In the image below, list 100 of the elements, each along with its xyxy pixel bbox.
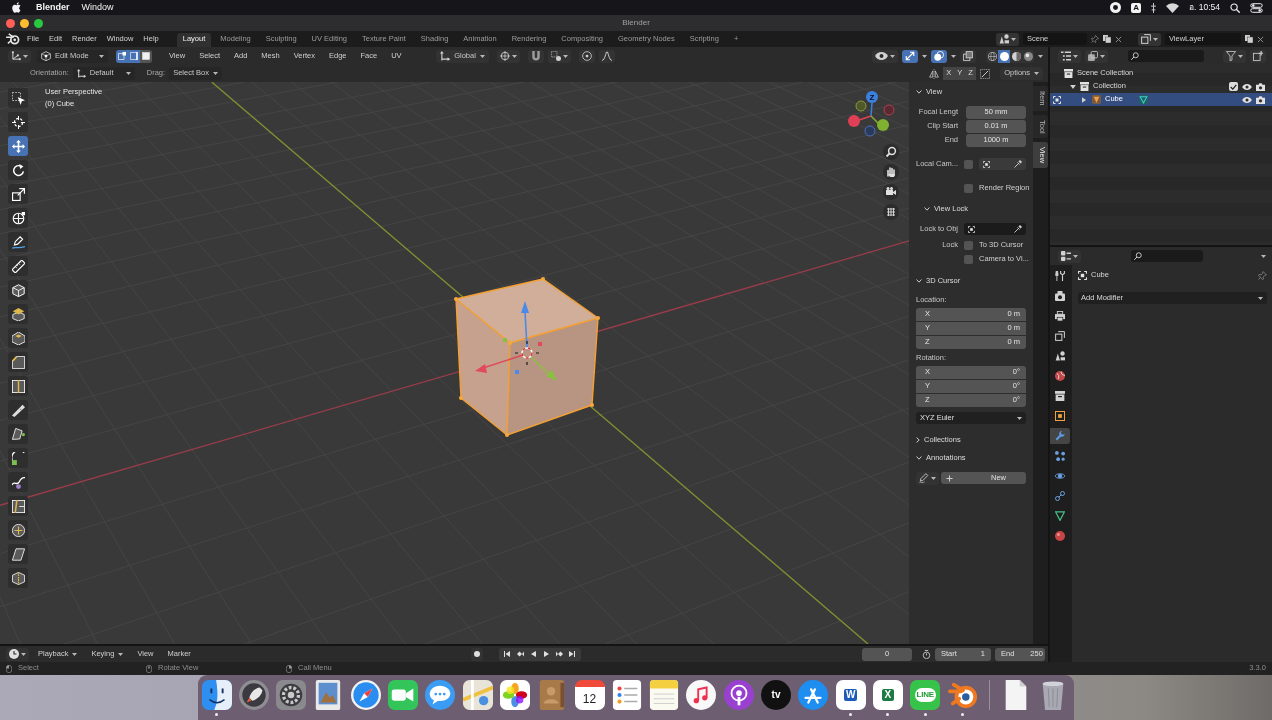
input-source-indicator[interactable]: A [1131,2,1141,13]
spreadsheet-app-icon[interactable]: X [872,680,903,710]
object-visibility-button[interactable] [872,49,898,63]
checkbox[interactable] [964,159,973,169]
pivot-point-button[interactable] [496,49,520,63]
app-logo-icon[interactable] [6,33,20,45]
minimize-icon[interactable] [20,18,29,28]
corner-brackets-icon[interactable] [1053,95,1061,104]
checkbox[interactable] [1229,82,1238,91]
menu-item[interactable]: Window [81,2,114,13]
music-note-icon[interactable] [686,680,717,710]
podcast-icon[interactable] [723,680,754,710]
tool-button[interactable] [8,280,28,300]
tool-button[interactable] [8,376,28,396]
close-icon[interactable] [1115,35,1122,43]
eye-icon[interactable] [1242,96,1252,103]
app-menu[interactable]: Blender [36,2,70,13]
triangle-outline-icon[interactable] [1138,95,1148,104]
tool-button[interactable] [8,568,28,588]
notepad-icon[interactable] [649,680,680,710]
shading-mode-button[interactable] [1010,49,1022,63]
magnifier-icon[interactable] [883,144,899,160]
tool-button[interactable] [8,328,28,348]
document-app-icon[interactable]: W [835,680,866,710]
flower-icon[interactable] [499,680,530,710]
calendar-icon[interactable]: 12 [574,680,605,710]
tool-button[interactable] [8,208,28,228]
viewport-toggle-button[interactable] [960,49,976,63]
tool-button[interactable] [8,256,28,276]
eyedropper-icon[interactable] [1014,225,1022,233]
clock-text[interactable]: อ. 10:54 [1189,2,1220,13]
stopwatch-icon[interactable] [922,649,931,659]
rocket-icon[interactable] [238,680,269,710]
eye-icon[interactable] [1242,83,1252,90]
object-field[interactable] [979,158,1026,170]
snap-target-button[interactable] [547,49,571,63]
display-mode-button[interactable] [1085,49,1108,63]
grid-icon[interactable] [883,204,899,220]
select-mode-button[interactable] [128,49,140,63]
gear-icon[interactable] [276,680,307,710]
filter-button[interactable] [1223,49,1246,63]
snap-toggle-button[interactable] [527,49,544,63]
tool-button[interactable] [8,520,28,540]
dashed-square-icon[interactable] [980,68,991,79]
editor-type-button[interactable] [1058,249,1081,263]
viewport-toggle-button[interactable] [931,49,947,63]
close-icon[interactable] [6,18,15,28]
app-logo-icon[interactable] [947,680,978,710]
navigation-gizmo[interactable]: Z [846,89,896,137]
search-field[interactable] [1131,250,1203,262]
tool-button[interactable] [8,544,28,564]
tool-button[interactable] [8,400,28,420]
tool-button[interactable] [8,88,28,108]
bars-icon[interactable] [1151,2,1156,13]
view-layer-browse-button[interactable] [1138,32,1161,46]
tv-app-icon[interactable]: tv [761,680,792,710]
tool-button[interactable] [8,160,28,180]
annotation-layer-dropdown[interactable] [916,471,939,485]
tool-button[interactable] [8,424,28,444]
hand-icon[interactable] [883,164,899,180]
mirror-triangles-icon[interactable] [929,68,940,79]
object-field[interactable] [964,223,1026,235]
tool-button[interactable] [8,184,28,204]
compass-icon[interactable] [350,680,381,710]
camera-icon[interactable] [1256,82,1265,91]
checklist-icon[interactable] [611,680,642,710]
eyedropper-icon[interactable] [1014,160,1022,168]
shading-mode-button[interactable] [1022,49,1034,63]
editor-type-button[interactable] [6,647,29,661]
pin-icon[interactable] [1091,35,1099,43]
checkbox[interactable] [964,240,973,250]
tool-button[interactable] [8,304,28,324]
toggle-switches-icon[interactable] [1250,2,1263,13]
stylized-a-icon[interactable] [798,680,829,710]
camera-icon[interactable] [883,184,899,200]
scene-browse-button[interactable] [996,32,1019,46]
duplicate-icon[interactable] [1245,35,1253,43]
triangle-right-icon[interactable] [1082,96,1086,103]
viewport-toggle-button[interactable] [902,49,918,63]
shading-mode-button[interactable] [998,49,1010,63]
tool-button[interactable] [8,136,28,156]
tool-button[interactable] [8,448,28,468]
tool-button[interactable] [8,112,28,132]
smiley-face-icon[interactable] [201,680,232,710]
tool-button[interactable] [8,496,28,516]
map-icon[interactable] [462,680,493,710]
tool-button[interactable] [8,472,28,492]
new-collection-button[interactable] [1250,49,1266,63]
tool-button[interactable] [8,352,28,372]
close-icon[interactable] [1257,35,1264,43]
record-icon[interactable] [1110,2,1122,13]
video-camera-icon[interactable] [388,680,419,710]
triangle-down-icon[interactable] [1070,84,1076,89]
proportional-edit-button[interactable] [578,49,595,63]
chat-app-icon[interactable]: LINE [910,680,941,710]
pin-icon[interactable] [1258,270,1267,280]
editor-type-button[interactable] [1058,49,1081,63]
search-field[interactable] [1128,50,1204,62]
wifi-icon[interactable] [1166,2,1179,13]
falloff-button[interactable] [598,49,615,63]
